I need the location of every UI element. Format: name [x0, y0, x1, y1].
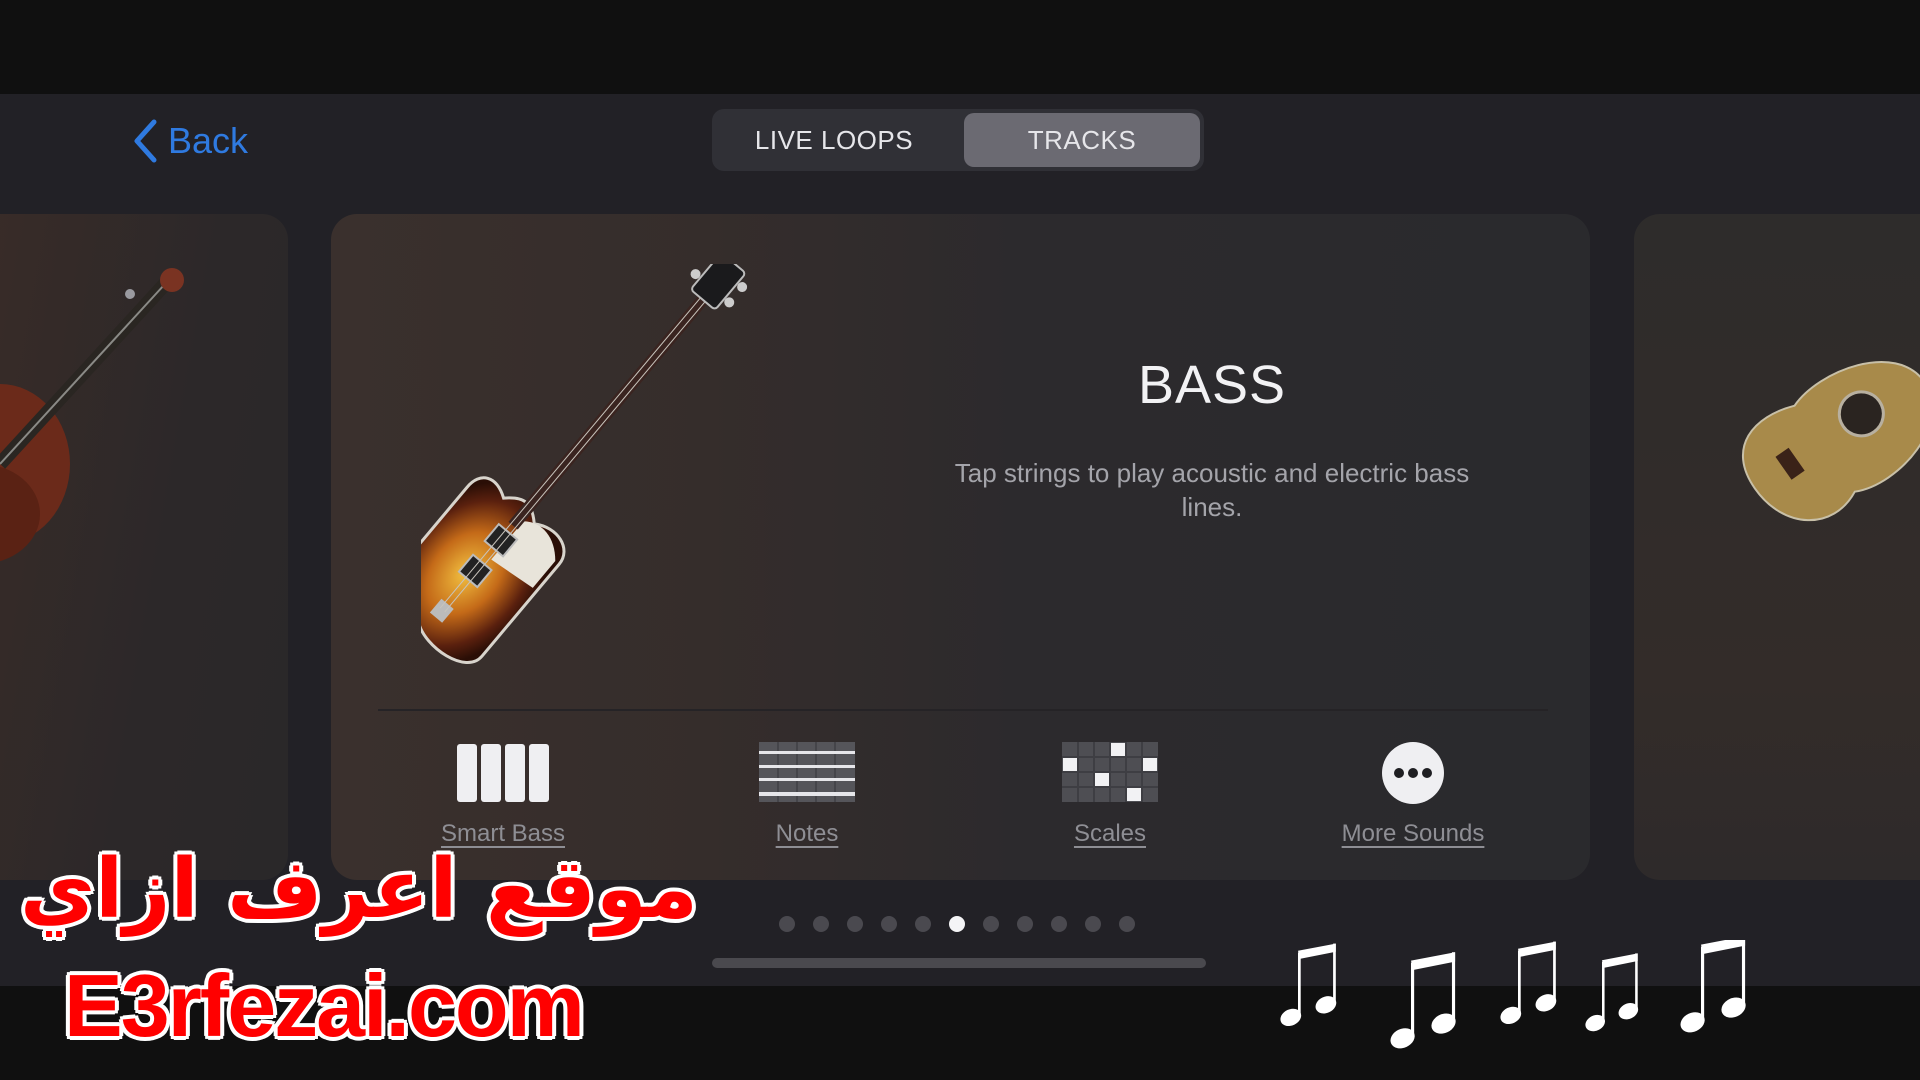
previous-instrument-card[interactable]: [0, 214, 288, 880]
instrument-description: Tap strings to play acoustic and electri…: [954, 458, 1470, 522]
more-sounds-label: More Sounds: [1341, 820, 1485, 847]
page-indicator[interactable]: [779, 916, 1135, 932]
page-dot[interactable]: [915, 916, 931, 932]
acoustic-guitar-image: [1742, 361, 1920, 522]
music-notes-decoration: [1280, 940, 1746, 1049]
smart-bass-icon: [457, 744, 549, 802]
page-dot-active[interactable]: [949, 916, 965, 932]
bass-guitar-image: [421, 264, 748, 664]
notes-label: Notes: [775, 820, 839, 847]
more-icon: [1382, 742, 1444, 804]
next-instrument-card[interactable]: [1634, 214, 1920, 880]
tab-live-loops[interactable]: LIVE LOOPS: [716, 113, 952, 167]
notes-option[interactable]: Notes: [697, 742, 917, 848]
back-label: Back: [168, 120, 249, 161]
notes-grid-icon: [759, 742, 855, 802]
watermark-arabic-text: موقع اعرف ازاي: [20, 842, 698, 937]
page-dot[interactable]: [1017, 916, 1033, 932]
smart-bass-option[interactable]: Smart Bass: [393, 742, 613, 848]
page-dot[interactable]: [1085, 916, 1101, 932]
page-dot[interactable]: [881, 916, 897, 932]
page-dot[interactable]: [983, 916, 999, 932]
scales-label: Scales: [1073, 820, 1147, 847]
page-dot[interactable]: [1051, 916, 1067, 932]
music-note-icon: [1680, 940, 1746, 1033]
home-indicator-bar: [712, 958, 1206, 968]
page-dot[interactable]: [813, 916, 829, 932]
more-sounds-option[interactable]: More Sounds: [1303, 742, 1523, 848]
tab-tracks[interactable]: TRACKS: [964, 113, 1200, 167]
back-button[interactable]: Back: [132, 118, 248, 164]
instrument-title: BASS: [1137, 355, 1287, 415]
music-note-icon: [1500, 941, 1557, 1025]
page-dot[interactable]: [1119, 916, 1135, 932]
scales-option[interactable]: Scales: [1000, 742, 1220, 848]
chevron-left-icon: [134, 119, 157, 163]
music-note-icon: [1585, 953, 1639, 1032]
card-divider: [378, 709, 1548, 711]
page-dot[interactable]: [779, 916, 795, 932]
violin-image: [0, 268, 184, 562]
music-note-icon: [1390, 952, 1456, 1049]
music-note-icon: [1280, 943, 1337, 1027]
watermark-site-text: E3rfezai.com: [64, 956, 585, 1055]
page-dot[interactable]: [847, 916, 863, 932]
scales-grid-icon: [1062, 742, 1158, 802]
view-segmented-control: LIVE LOOPS TRACKS: [712, 109, 1204, 171]
